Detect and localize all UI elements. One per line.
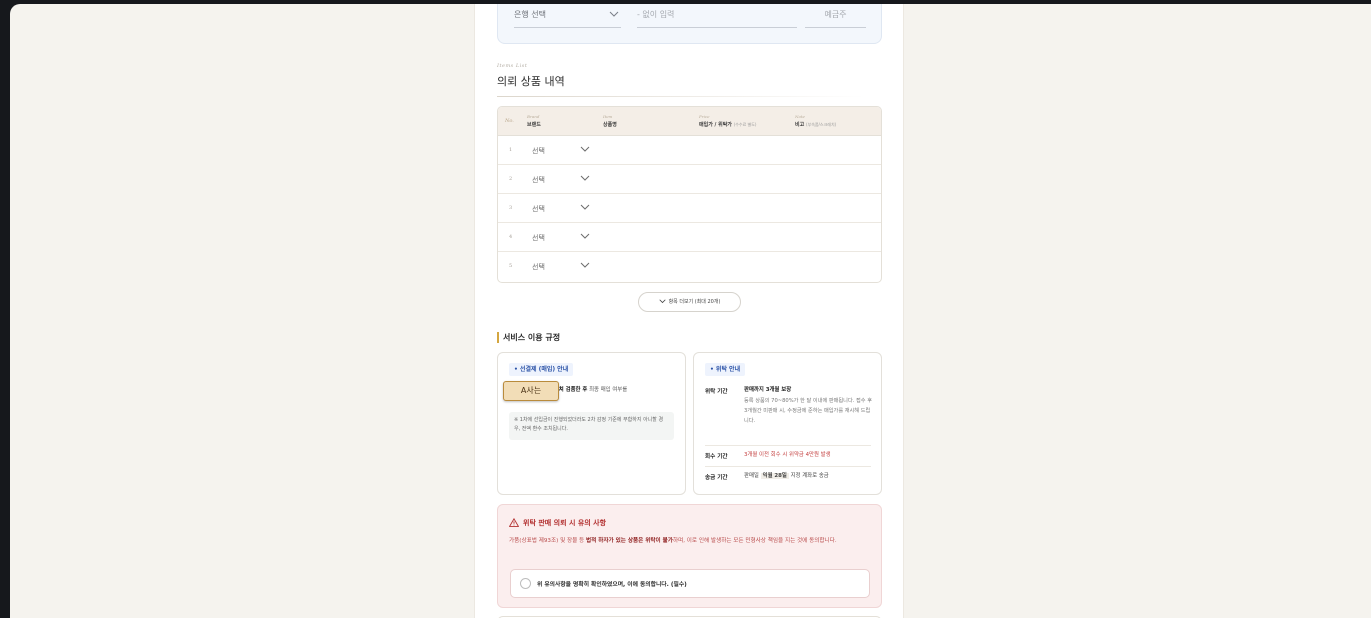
- rules-section-title: 서비스 이용 규정: [497, 332, 560, 343]
- col-price-en: Price: [699, 114, 710, 119]
- col-brand: 브랜드: [527, 122, 541, 128]
- col-price: 매입가 / 위탁가 (수수료 별도): [699, 121, 756, 128]
- col-item-en: Item: [603, 114, 613, 119]
- brand-select[interactable]: 선택: [532, 204, 545, 214]
- chevron-down-icon: [658, 299, 666, 304]
- consign-warning-panel: 위탁 판매 의뢰 시 유의 사항 가품(상표법 제93조) 및 장물 등 법적 …: [497, 504, 882, 608]
- chevron-down-icon[interactable]: [580, 175, 590, 182]
- pay-date: 익월 28일: [760, 473, 789, 479]
- brand-select[interactable]: 선택: [532, 146, 545, 156]
- show-more-items-button[interactable]: 항목 더보기 (최대 20개): [638, 292, 741, 312]
- table-row: 4 선택: [498, 223, 881, 252]
- col-price-sub: (수수료 별도): [733, 122, 757, 127]
- chevron-down-icon: [609, 11, 619, 17]
- consign-period-label: 위탁 기간: [705, 389, 728, 395]
- chevron-down-icon[interactable]: [580, 262, 590, 269]
- purchase-text-rest: 최종 매입 여부를: [589, 387, 628, 393]
- pay-prefix: 판매일: [744, 473, 759, 479]
- company-tooltip-badge: A사는: [503, 381, 559, 401]
- row-number: 4: [509, 234, 513, 240]
- col-no: No.: [505, 118, 514, 124]
- col-note: 비고 (부속품/스크래치): [795, 121, 836, 128]
- consign-period-detail: 등록 상품의 70~80%가 한 달 이내에 판매됩니다. 접수 후 3개월간 …: [744, 398, 872, 424]
- col-brand-en: Brand: [527, 114, 540, 119]
- show-more-label: 항목 더보기 (최대 20개): [668, 299, 721, 305]
- col-note-sub: (부속품/스크래치): [805, 122, 837, 127]
- bank-select-label: 은행 선택: [514, 10, 546, 19]
- table-row: 5 선택: [498, 252, 881, 281]
- brand-select[interactable]: 선택: [532, 233, 545, 243]
- agreement-label: 위 유의사항을 명확히 확인하였으며, 이에 동의합니다. (필수): [537, 582, 687, 588]
- chevron-down-icon[interactable]: [580, 233, 590, 240]
- table-row: 2 선택: [498, 165, 881, 194]
- purchase-note: ※ 1차에 선입금이 진행되었더라도 2차 감정 기준에 부합하지 아니할 경우…: [509, 412, 674, 440]
- account-holder-input[interactable]: 예금주: [805, 9, 866, 28]
- bank-account-panel: 은행 선택 - 없이 입력 예금주: [497, 4, 882, 44]
- pay-period-value: 판매일 익월 28일 지정 계좌로 송금: [744, 471, 829, 481]
- app-window: 은행 선택 - 없이 입력 예금주 Items List 의뢰 상품 내역 No…: [10, 4, 1371, 618]
- row-number: 1: [509, 147, 513, 153]
- consign-pill: • 위탁 안내: [705, 363, 746, 376]
- table-row: 1 선택: [498, 136, 881, 165]
- pay-period-label: 송금 기간: [705, 475, 728, 481]
- warning-title: 위탁 판매 의뢰 시 유의 사항: [523, 519, 607, 527]
- warning-icon: [509, 518, 519, 527]
- warning-body-bold: 법적 하자가 있는 상품은 위탁이 불가: [586, 538, 673, 544]
- table-header: No. Brand 브랜드 Item 상품명 Price 매입가 / 위탁가 (…: [498, 107, 881, 136]
- account-number-placeholder: - 없이 입력: [637, 10, 675, 19]
- table-row: 3 선택: [498, 194, 881, 223]
- row-number: 2: [509, 176, 513, 182]
- warning-body: 가품(상표법 제93조) 및 장물 등 법적 하자가 있는 상품은 위탁이 불가…: [509, 536, 871, 547]
- col-price-label: 매입가 / 위탁가: [699, 122, 732, 128]
- brand-select[interactable]: 선택: [532, 175, 545, 185]
- purchase-pill: • 선결제 (매입) 안내: [509, 363, 574, 376]
- agreement-checkbox-row[interactable]: 위 유의사항을 명확히 확인하였으며, 이에 동의합니다. (필수): [510, 569, 870, 598]
- account-number-input[interactable]: - 없이 입력: [637, 9, 797, 28]
- divider: [705, 445, 871, 446]
- consign-info-card: • 위탁 안내 위탁 기간 판매까지 3개월 보장 등록 상품의 70~80%가…: [693, 352, 882, 495]
- divider: [497, 96, 865, 97]
- chevron-down-icon[interactable]: [580, 146, 590, 153]
- warning-body-suffix: 하며, 이로 인해 발생하는 모든 민형사상 책임을 지는 것에 동의합니다.: [672, 538, 837, 544]
- consignment-form-page: 은행 선택 - 없이 입력 예금주 Items List 의뢰 상품 내역 No…: [474, 4, 904, 618]
- chevron-down-icon[interactable]: [580, 204, 590, 211]
- pay-suffix: 지정 계좌로 송금: [790, 473, 829, 479]
- brand-select[interactable]: 선택: [532, 262, 545, 272]
- col-note-en: Note: [795, 114, 805, 119]
- purchase-info-card: • 선결제 (매입) 안내 에 걸쳐 검품한 후 최종 매입 여부를 결정하고 …: [497, 352, 686, 495]
- recall-period-value: 3개월 이전 회수 시 위약금 4만원 발생: [744, 452, 831, 458]
- col-note-label: 비고: [795, 122, 805, 128]
- consign-period-value: 판매까지 3개월 보장: [744, 387, 792, 393]
- row-number: 5: [509, 263, 513, 269]
- recall-period-label: 회수 기간: [705, 454, 728, 460]
- items-section-title: 의뢰 상품 내역: [497, 75, 565, 88]
- col-item: 상품명: [603, 122, 617, 128]
- warning-body-prefix: 가품(상표법 제93조) 및 장물 등: [509, 538, 585, 544]
- bank-select[interactable]: 은행 선택: [514, 9, 621, 28]
- row-number: 3: [509, 205, 513, 211]
- items-eyebrow: Items List: [497, 63, 528, 69]
- divider: [705, 466, 871, 467]
- account-holder-placeholder: 예금주: [824, 10, 847, 19]
- agreement-radio[interactable]: [520, 578, 531, 589]
- items-table: No. Brand 브랜드 Item 상품명 Price 매입가 / 위탁가 (…: [497, 106, 882, 283]
